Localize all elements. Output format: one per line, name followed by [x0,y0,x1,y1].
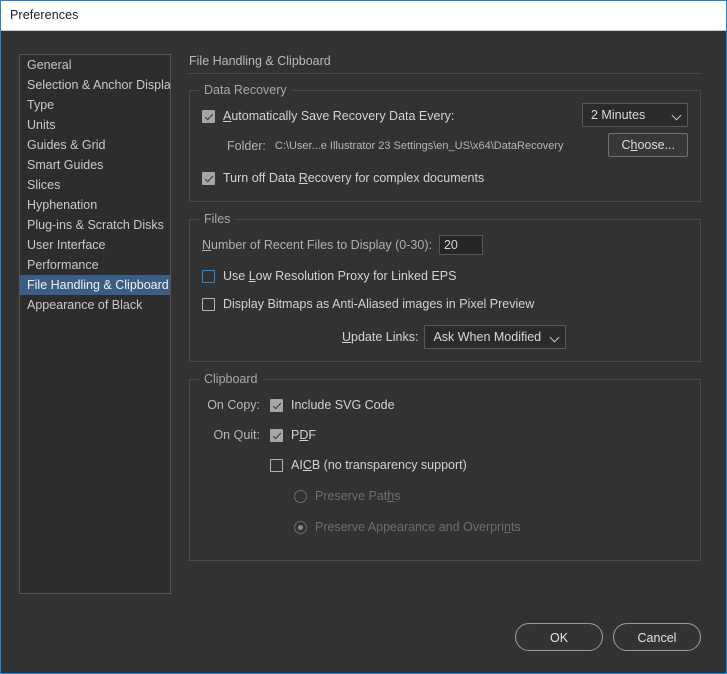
row-preserve-paths: Preserve Paths [202,485,688,507]
turn-off-recovery-label: Turn off Data Recovery for complex docum… [223,171,484,185]
settings-pane: File Handling & Clipboard Data Recovery … [189,54,701,578]
sidebar-item-appearance-of-black[interactable]: Appearance of Black [20,295,170,315]
include-svg-checkbox[interactable] [270,399,283,412]
row-display-bitmaps: Display Bitmaps as Anti-Aliased images i… [202,293,688,315]
sidebar-item-hyphenation[interactable]: Hyphenation [20,195,170,215]
display-bitmaps-checkbox[interactable] [202,298,215,311]
row-pdf: On Quit: PDF [202,424,688,446]
row-turn-off-recovery: Turn off Data Recovery for complex docum… [202,167,688,189]
recent-files-label: Number of Recent Files to Display (0-30)… [202,238,432,252]
cancel-button[interactable]: Cancel [613,623,701,651]
title-bar[interactable]: Preferences [1,1,726,31]
chevron-down-icon [672,111,682,121]
sidebar-item-plugins-scratch-disks[interactable]: Plug-ins & Scratch Disks [20,215,170,235]
page-title: File Handling & Clipboard [189,54,701,74]
preserve-appearance-radio[interactable] [294,521,307,534]
group-label-clipboard: Clipboard [199,372,263,386]
recent-files-input[interactable] [439,235,483,255]
sidebar-item-guides-grid[interactable]: Guides & Grid [20,135,170,155]
sidebar-item-user-interface[interactable]: User Interface [20,235,170,255]
sidebar-item-file-handling-clipboard[interactable]: File Handling & Clipboard [20,275,170,295]
sidebar-item-performance[interactable]: Performance [20,255,170,275]
row-aicb: AICB (no transparency support) [202,454,688,476]
row-include-svg: On Copy: Include SVG Code [202,394,688,416]
low-res-proxy-checkbox[interactable] [202,270,215,283]
group-label-files: Files [199,212,235,226]
row-preserve-appearance: Preserve Appearance and Overprints [202,516,688,538]
group-files: Files Number of Recent Files to Display … [189,219,701,362]
dialog-footer: OK Cancel [515,623,701,651]
on-copy-label: On Copy: [202,398,260,412]
update-links-label: Update Links: [342,330,418,344]
preferences-dialog: Preferences General Selection & Anchor D… [0,0,727,674]
row-auto-save-recovery: Automatically Save Recovery Data Every: … [202,105,688,127]
group-clipboard: Clipboard On Copy: Include SVG Code On Q… [189,379,701,561]
preserve-appearance-label: Preserve Appearance and Overprints [315,520,521,534]
display-bitmaps-label: Display Bitmaps as Anti-Aliased images i… [223,297,534,311]
pdf-checkbox[interactable] [270,429,283,442]
dialog-body: General Selection & Anchor Display Type … [1,32,726,673]
row-low-res-proxy: Use Low Resolution Proxy for Linked EPS [202,265,688,287]
folder-label: Folder: [227,139,266,153]
turn-off-recovery-checkbox[interactable] [202,172,215,185]
recovery-interval-dropdown[interactable]: 2 Minutes [582,103,688,127]
row-recent-files: Number of Recent Files to Display (0-30)… [202,234,688,256]
row-recovery-folder: Folder: C:\User...e Illustrator 23 Setti… [202,135,688,157]
recovery-interval-value: 2 Minutes [591,108,645,122]
group-label-data-recovery: Data Recovery [199,83,292,97]
sidebar-item-slices[interactable]: Slices [20,175,170,195]
aicb-checkbox[interactable] [270,459,283,472]
choose-folder-button[interactable]: Choose... [608,133,688,157]
aicb-label: AICB (no transparency support) [291,458,467,472]
update-links-value: Ask When Modified [433,330,541,344]
preserve-paths-radio[interactable] [294,490,307,503]
folder-path-value: C:\User...e Illustrator 23 Settings\en_U… [275,140,564,152]
category-list[interactable]: General Selection & Anchor Display Type … [19,54,171,594]
chevron-down-icon [550,333,560,343]
ok-button[interactable]: OK [515,623,603,651]
sidebar-item-selection-anchor-display[interactable]: Selection & Anchor Display [20,75,170,95]
row-update-links: Update Links: Ask When Modified [202,325,688,349]
low-res-proxy-label: Use Low Resolution Proxy for Linked EPS [223,269,456,283]
include-svg-label: Include SVG Code [291,398,395,412]
sidebar-item-units[interactable]: Units [20,115,170,135]
auto-save-recovery-label: Automatically Save Recovery Data Every: [223,109,454,123]
pdf-label: PDF [291,428,316,442]
sidebar-item-smart-guides[interactable]: Smart Guides [20,155,170,175]
update-links-dropdown[interactable]: Ask When Modified [424,325,566,349]
sidebar-item-type[interactable]: Type [20,95,170,115]
sidebar-item-general[interactable]: General [20,55,170,75]
dialog-title: Preferences [10,8,79,22]
preserve-paths-label: Preserve Paths [315,489,400,503]
auto-save-recovery-checkbox[interactable] [202,110,215,123]
on-quit-label: On Quit: [202,428,260,442]
group-data-recovery: Data Recovery Automatically Save Recover… [189,90,701,202]
